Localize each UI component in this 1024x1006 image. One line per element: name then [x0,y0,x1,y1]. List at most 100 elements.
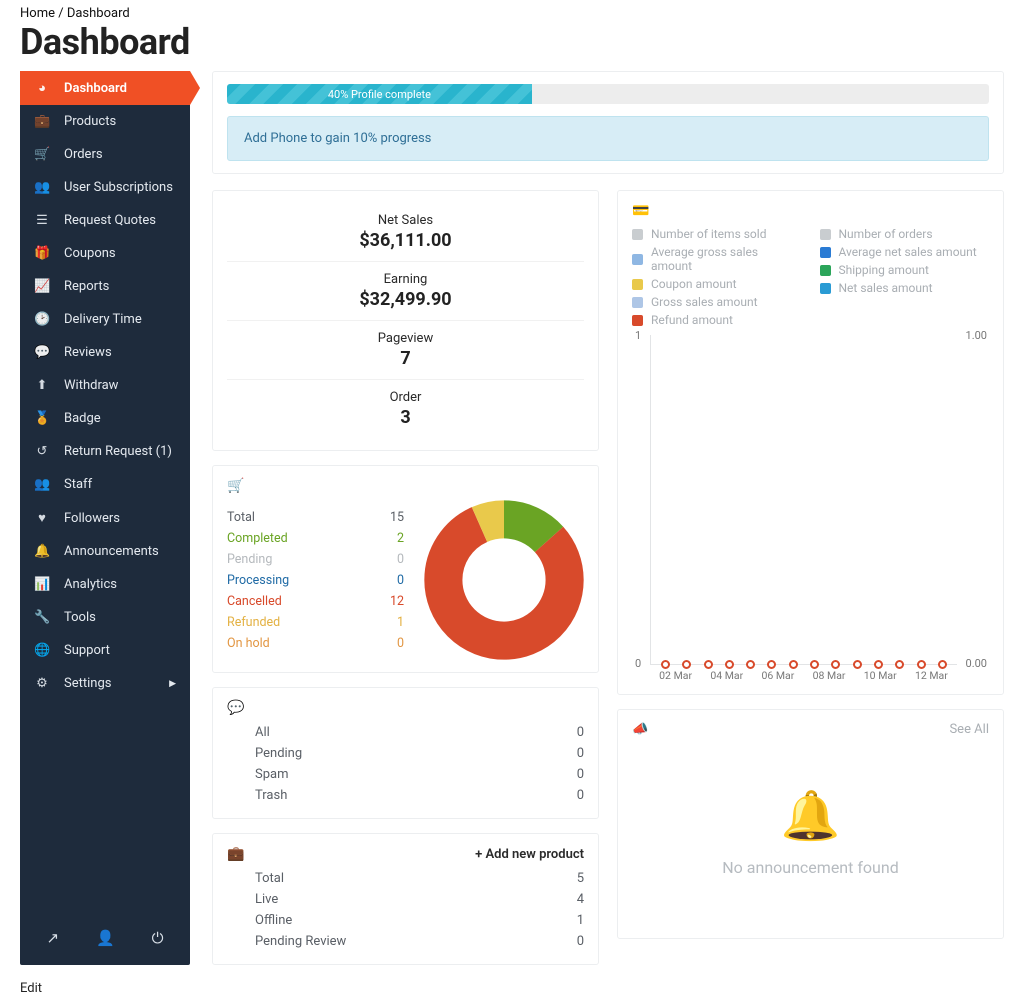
legend-item[interactable]: Average net sales amount [820,243,990,261]
bell-icon: 🔔 [34,544,50,559]
sidebar-item-label: Products [64,114,116,129]
sidebar-item-label: Announcements [64,544,159,559]
data-point [831,660,840,669]
x-tick: 12 Mar [915,669,948,682]
list-label: Trash [255,788,287,803]
stat-label: Earning [227,272,584,287]
sidebar-item-badge[interactable]: 🏅Badge [20,402,190,435]
breadcrumb-home[interactable]: Home [20,6,55,21]
legend-item[interactable]: Gross sales amount [632,293,802,311]
sidebar-item-request-quotes[interactable]: ☰Request Quotes [20,204,190,237]
data-point [938,660,947,669]
sidebar-item-support[interactable]: 🌐Support [20,634,190,667]
legend-item[interactable]: Number of items sold [632,225,802,243]
x-tick: 08 Mar [813,669,846,682]
briefcase-icon: 💼 [227,846,244,862]
sidebar-item-delivery-time[interactable]: 🕑Delivery Time [20,303,190,336]
gear-icon: ⚙ [34,676,50,691]
sidebar-item-label: Settings [64,676,111,691]
sidebar-item-followers[interactable]: ♥Followers [20,501,190,535]
sidebar-item-coupons[interactable]: 🎁Coupons [20,237,190,270]
sidebar-item-withdraw[interactable]: ⬆Withdraw [20,369,190,402]
sidebar-item-label: Badge [64,411,101,426]
legend-label: Average net sales amount [839,245,977,259]
line-chart: 1 0 1.00 0.00 [650,335,957,665]
legend-item[interactable]: Coupon amount [632,275,802,293]
sidebar-item-label: Tools [64,610,96,625]
data-point [853,660,862,669]
list-value: 4 [577,892,584,907]
sidebar-item-tools[interactable]: 🔧Tools [20,601,190,634]
sidebar-item-label: Reviews [64,345,112,360]
chat-icon: 💬 [34,345,50,360]
legend-swatch [820,229,831,240]
sidebar-item-products[interactable]: 💼 Products [20,105,190,138]
sidebar-item-settings[interactable]: ⚙Settings▶ [20,667,190,700]
orders-card: 🛒 Total15Completed2Pending0Processing0Ca… [212,465,599,673]
see-all-link[interactable]: See All [949,722,989,737]
stat-label: Order [227,390,584,405]
legend-swatch [820,265,831,276]
sidebar-item-staff[interactable]: 👥Staff [20,468,190,501]
user-icon[interactable]: 👤 [96,929,115,947]
legend-item[interactable]: Shipping amount [820,261,990,279]
comments-card: 💬 All0Pending0Spam0Trash0 [212,687,599,819]
globe-icon: 🌐 [34,643,50,658]
order-status-label: Pending [227,552,272,567]
list-row: Live4 [227,889,584,910]
sidebar-item-reviews[interactable]: 💬 Reviews [20,336,190,369]
sidebar-item-orders[interactable]: 🛒Orders [20,138,190,171]
briefcase-icon: 💼 [34,114,50,129]
sidebar-item-announcements[interactable]: 🔔 Announcements [20,535,190,568]
sidebar-item-analytics[interactable]: 📊Analytics [20,568,190,601]
cart-icon: 🛒 [227,478,584,494]
phone-alert[interactable]: Add Phone to gain 10% progress [227,116,989,161]
order-status-row: Total15 [227,507,404,528]
sidebar-item-label: Dashboard [64,81,127,96]
sidebar-item-return-request-1-[interactable]: ↺Return Request (1) [20,435,190,468]
stat-net-sales: Net Sales$36,111.00 [227,203,584,262]
order-status-label: Cancelled [227,594,282,609]
list-label: Spam [255,767,289,782]
sidebar-item-label: Staff [64,477,92,492]
data-point [810,660,819,669]
external-icon[interactable]: ↗ [46,929,59,947]
legend-label: Coupon amount [651,277,737,291]
legend-label: Net sales amount [839,281,933,295]
page-title: Dashboard [0,21,1024,71]
power-icon[interactable]: ⏻ [152,929,164,947]
sidebar: ◕Dashboard 💼 Products 🛒Orders👥User Subscrip… [20,71,190,965]
data-point [746,660,755,669]
sidebar-item-label: Followers [64,511,120,526]
sidebar-item-user-subscriptions[interactable]: 👥User Subscriptions [20,171,190,204]
breadcrumb: Home / Dashboard [0,0,1024,21]
list-value: 5 [577,871,584,886]
list-label: Total [255,871,284,886]
legend-item[interactable]: Number of orders [820,225,990,243]
chat-icon: 💬 [227,700,584,716]
data-point [767,660,776,669]
sidebar-item-label: Return Request (1) [64,444,172,459]
bell-large-icon: 🔔 [781,787,841,844]
list-row: All0 [227,722,584,743]
megaphone-icon: 📣 [632,722,648,737]
add-product-link[interactable]: + Add new product [475,847,584,862]
announcement-empty-text: No announcement found [722,858,898,877]
list-value: 0 [577,934,584,949]
order-status-value: 1 [397,615,404,630]
order-status-value: 15 [390,510,404,525]
sidebar-item-reports[interactable]: 📈Reports [20,270,190,303]
data-point [917,660,926,669]
order-status-label: On hold [227,636,270,651]
legend-item[interactable]: Refund amount [632,311,802,329]
edit-link[interactable]: Edit [0,975,1024,1006]
legend-item[interactable]: Average gross sales amount [632,243,802,275]
legend-swatch [632,254,643,265]
sidebar-item-label: Withdraw [64,378,118,393]
list-label: Pending Review [255,934,346,949]
order-status-row: On hold0 [227,633,404,654]
sidebar-item-dashboard[interactable]: ◕Dashboard [20,71,190,105]
legend-item[interactable]: Net sales amount [820,279,990,297]
stat-label: Pageview [227,331,584,346]
data-point [682,660,691,669]
